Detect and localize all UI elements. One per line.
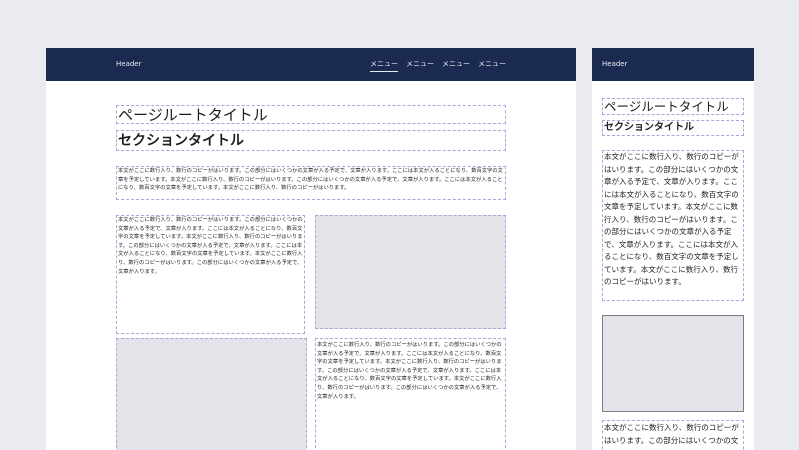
mobile-image-placeholder — [602, 315, 744, 412]
column-paragraph-2: 本文がここに数行入り、数行のコピーがはいります。この部分にはいくつかの文章が入る… — [315, 338, 506, 450]
page-title: ページルートタイトル — [116, 105, 506, 124]
mobile-layout-frame: Header ページルートタイトル セクションタイトル 本文がここに数行入り、数… — [592, 48, 754, 450]
image-placeholder-2 — [116, 338, 307, 450]
nav-menu-item-2[interactable]: メニュー — [406, 59, 434, 72]
mobile-header-title: Header — [602, 60, 628, 68]
mobile-body-paragraph: 本文がここに数行入り、数行のコピーがはいります。この部分にはいくつかの文章が入る… — [602, 150, 744, 301]
mobile-page-title: ページルートタイトル — [602, 98, 744, 115]
section-title: セクションタイトル — [116, 130, 506, 151]
nav-menu-item-1[interactable]: メニュー — [370, 59, 398, 72]
header-title: Header — [116, 60, 142, 68]
site-header: Header メニュー メニュー メニュー メニュー — [46, 48, 576, 81]
mobile-body-paragraph-2: 本文がここに数行入り、数行のコピーがはいります。この部分にはいくつかの文 — [602, 420, 744, 450]
column-paragraph-1: 本文がここに数行入り、数行のコピーがはいります。この部分にはいくつかの文章が入る… — [116, 215, 305, 334]
mobile-site-header: Header — [592, 48, 754, 81]
global-nav: メニュー メニュー メニュー メニュー — [370, 59, 506, 72]
image-placeholder-1 — [315, 215, 506, 329]
intro-paragraph: 本文がここに数行入り、数行のコピーがはいります。この部分にはいくつかの文章が入る… — [116, 166, 506, 200]
nav-menu-item-4[interactable]: メニュー — [478, 59, 506, 72]
mobile-section-title: セクションタイトル — [602, 120, 744, 136]
nav-menu-item-3[interactable]: メニュー — [442, 59, 470, 72]
desktop-layout-frame: Header メニュー メニュー メニュー メニュー ページルートタイトル セク… — [46, 48, 576, 450]
